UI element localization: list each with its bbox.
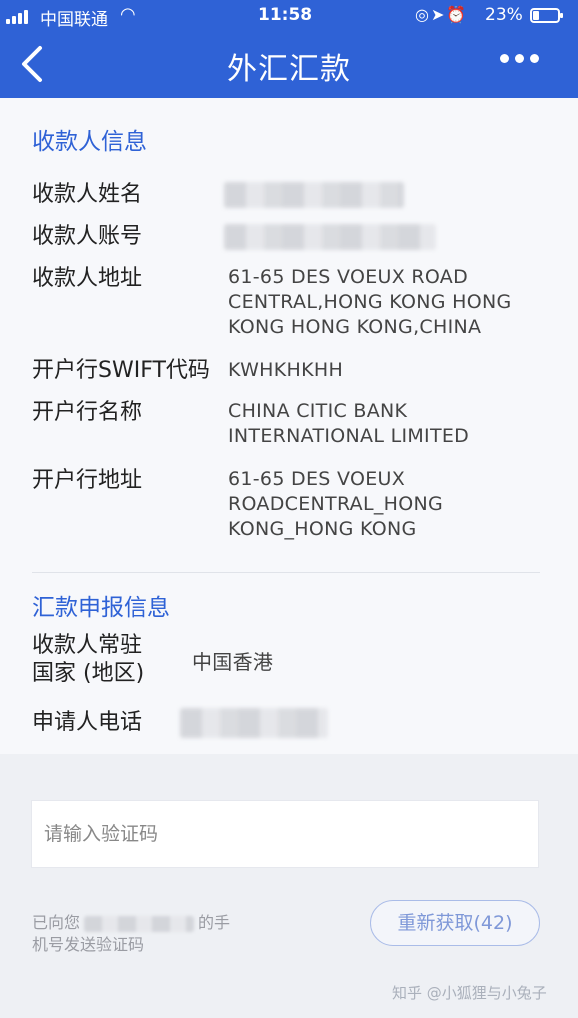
payee-account-redacted xyxy=(224,224,436,250)
section-divider xyxy=(32,572,540,573)
remittance-info-card: 收款人信息 收款人姓名 收款人账号 收款人地址 61-65 DES VOEUX … xyxy=(0,98,578,754)
verification-code-input[interactable] xyxy=(32,801,538,867)
applicant-phone-label: 申请人电话 xyxy=(32,710,143,735)
battery-icon xyxy=(530,8,563,23)
bank-name-label: 开户行名称 xyxy=(32,400,143,425)
payee-name-redacted xyxy=(224,182,404,208)
payee-section-title: 收款人信息 xyxy=(32,129,147,155)
more-dot-icon xyxy=(530,54,539,63)
verification-code-box[interactable] xyxy=(31,800,539,868)
battery-percent: 23% xyxy=(485,5,523,25)
more-dot-icon xyxy=(515,54,524,63)
applicant-phone-redacted xyxy=(180,708,328,738)
status-bar: 中国联通 ◠ 11:58 ◎➤⏰ 23% xyxy=(0,0,578,32)
watermark: 知乎 @小狐狸与小兔子 xyxy=(392,984,547,1002)
swift-code-value: KWHKHKHH xyxy=(228,359,344,381)
more-dot-icon xyxy=(500,54,509,63)
signal-icon xyxy=(6,8,28,24)
bank-address-label: 开户行地址 xyxy=(32,468,143,493)
resend-code-button[interactable]: 重新获取(42) xyxy=(370,900,540,946)
clock: 11:58 xyxy=(258,5,313,25)
more-button[interactable] xyxy=(500,54,539,63)
payee-name-label: 收款人姓名 xyxy=(32,182,143,207)
payee-account-label: 收款人账号 xyxy=(32,224,143,249)
wifi-icon: ◠ xyxy=(120,4,136,25)
report-section-title: 汇款申报信息 xyxy=(32,595,170,621)
swift-code-label: 开户行SWIFT代码 xyxy=(32,358,210,383)
app-header: 中国联通 ◠ 11:58 ◎➤⏰ 23% 外汇汇款 xyxy=(0,0,578,98)
bank-address-value: 61-65 DES VOEUX ROADCENTRAL_HONG KONG_HO… xyxy=(228,468,444,540)
carrier-name: 中国联通 xyxy=(40,10,108,30)
page-title: 外汇汇款 xyxy=(227,52,351,87)
phone-redacted xyxy=(84,915,195,932)
sms-sent-notice: 已向您 的手 机号发送验证码 xyxy=(32,913,231,954)
residence-country-value: 中国香港 xyxy=(192,650,274,674)
payee-address-value: 61-65 DES VOEUX ROAD CENTRAL,HONG KONG H… xyxy=(228,266,512,338)
bank-name-value: CHINA CITIC BANK INTERNATIONAL LIMITED xyxy=(228,400,470,447)
status-icons: ◎➤⏰ xyxy=(415,5,469,24)
residence-country-label: 收款人常驻 国家 (地区) xyxy=(32,633,145,686)
payee-address-label: 收款人地址 xyxy=(32,266,143,291)
